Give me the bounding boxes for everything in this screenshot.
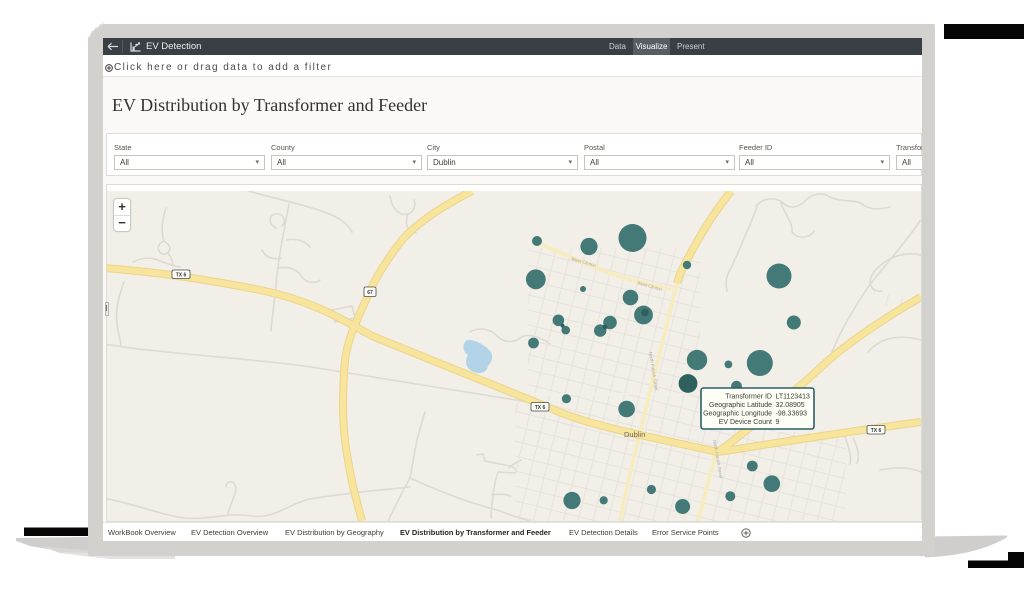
svg-text:TX 6: TX 6 xyxy=(871,428,882,434)
svg-text:TX 6: TX 6 xyxy=(176,273,187,279)
svg-text:-98.33693: -98.33693 xyxy=(776,411,808,418)
svg-text:TX 6: TX 6 xyxy=(535,405,546,411)
svg-text:EV Device Count: EV Device Count xyxy=(719,419,772,426)
svg-text:Geographic Latitude: Geographic Latitude xyxy=(709,402,772,409)
svg-text:Transformer ID: Transformer ID xyxy=(725,394,772,401)
svg-text:LT1123413: LT1123413 xyxy=(776,394,810,401)
svg-text:67: 67 xyxy=(367,290,373,296)
svg-text:Geographic Longitude: Geographic Longitude xyxy=(703,411,772,418)
svg-text:32.08905: 32.08905 xyxy=(776,402,805,409)
svg-text:Dublin: Dublin xyxy=(624,430,645,439)
svg-text:9: 9 xyxy=(776,419,780,426)
